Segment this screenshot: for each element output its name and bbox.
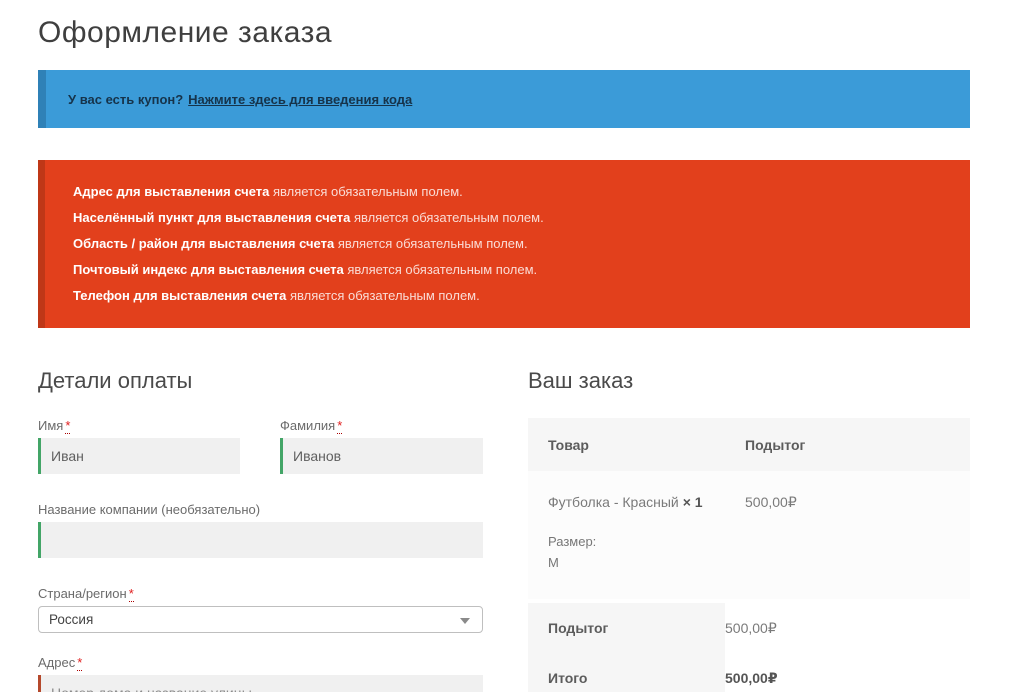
order-item-meta-value: M [548, 555, 559, 570]
total-label: Итого [528, 653, 725, 692]
last-name-label: Фамилия * [280, 418, 343, 434]
coupon-banner-text: У вас есть купон? [68, 91, 184, 107]
order-review-section: Ваш заказ Товар Подытог Футболка - Красн… [528, 368, 970, 692]
column-header-product: Товар [548, 436, 589, 453]
country-field: Страна/регион * Россия [38, 586, 483, 633]
first-name-field: Имя * [38, 418, 240, 474]
country-select[interactable]: Россия [38, 606, 483, 633]
chevron-down-icon [460, 618, 470, 624]
company-field: Название компании (необязательно) [38, 502, 483, 558]
first-name-input[interactable] [38, 438, 240, 474]
country-selected-value: Россия [49, 612, 94, 627]
error-message: является обязательным полем. [273, 184, 463, 199]
order-item-row: Футболка - Красный × 1 500,00₽ Размер: M [528, 471, 970, 599]
column-header-subtotal: Подытог [745, 436, 806, 453]
company-label: Название компании (необязательно) [38, 502, 261, 517]
order-item-name: Футболка - Красный × 1 [548, 494, 703, 510]
order-item-price: 500,00₽ [745, 494, 797, 510]
error-item: Область / район для выставления счета яв… [73, 231, 942, 257]
coupon-banner: У вас есть купон? Нажмите здесь для введ… [38, 70, 970, 128]
billing-details-section: Детали оплаты Имя* Фамилия* Название ком… [38, 368, 483, 692]
error-message: является обязательным полем. [289, 288, 480, 303]
required-asterisk: * [337, 418, 343, 434]
total-value: 500,00₽ [725, 669, 778, 686]
order-totals: Подытог 500,00₽ Итого 500,00₽ [528, 603, 970, 692]
order-heading: Ваш заказ [528, 368, 634, 393]
error-item: Адрес для выставления счета является обя… [73, 179, 942, 205]
first-name-label: Имя * [38, 418, 71, 434]
error-field-name: Телефон для выставления счета [73, 288, 287, 303]
error-message: является обязательным полем. [337, 236, 528, 251]
order-item-qty: × 1 [682, 494, 703, 510]
order-table: Товар Подытог Футболка - Красный × 1 500,… [528, 418, 970, 692]
required-asterisk: * [77, 655, 83, 671]
error-item: Почтовый индекс для выставления счета яв… [73, 257, 942, 283]
error-item: Населённый пункт для выставления счета я… [73, 205, 942, 231]
subtotal-label: Подытог [528, 603, 725, 653]
error-message: является обязательным полем. [353, 210, 544, 225]
validation-error-box: Адрес для выставления счета является обя… [38, 160, 970, 328]
error-list: Адрес для выставления счета является обя… [73, 179, 942, 309]
error-message: является обязательным полем. [347, 262, 538, 277]
subtotal-row: Подытог 500,00₽ [528, 603, 970, 653]
subtotal-value: 500,00₽ [725, 619, 777, 636]
checkout-page: Оформление заказа У вас есть купон? Нажм… [38, 0, 970, 692]
country-label: Страна/регион * [38, 586, 134, 602]
order-item-meta-label: Размер: [548, 534, 597, 549]
total-row: Итого 500,00₽ [528, 653, 970, 692]
address-field: Адрес * [38, 655, 483, 692]
billing-heading: Детали оплаты [38, 368, 193, 393]
error-field-name: Почтовый индекс для выставления счета [73, 262, 344, 277]
error-field-name: Область / район для выставления счета [73, 236, 335, 251]
order-table-header: Товар Подытог [528, 418, 970, 471]
address-input[interactable] [38, 675, 483, 692]
address-label: Адрес * [38, 655, 83, 671]
required-asterisk: * [65, 418, 71, 434]
last-name-field: Фамилия * [280, 418, 483, 474]
error-field-name: Адрес для выставления счета [73, 184, 270, 199]
page-title: Оформление заказа [38, 16, 333, 49]
last-name-input[interactable] [280, 438, 483, 474]
coupon-toggle-link[interactable]: Нажмите здесь для введения кода [188, 92, 412, 107]
error-item: Телефон для выставления счета является о… [73, 283, 942, 309]
required-asterisk: * [128, 586, 134, 602]
error-field-name: Населённый пункт для выставления счета [73, 210, 351, 225]
company-input[interactable] [38, 522, 483, 558]
order-item-meta: Размер: M [548, 531, 970, 573]
